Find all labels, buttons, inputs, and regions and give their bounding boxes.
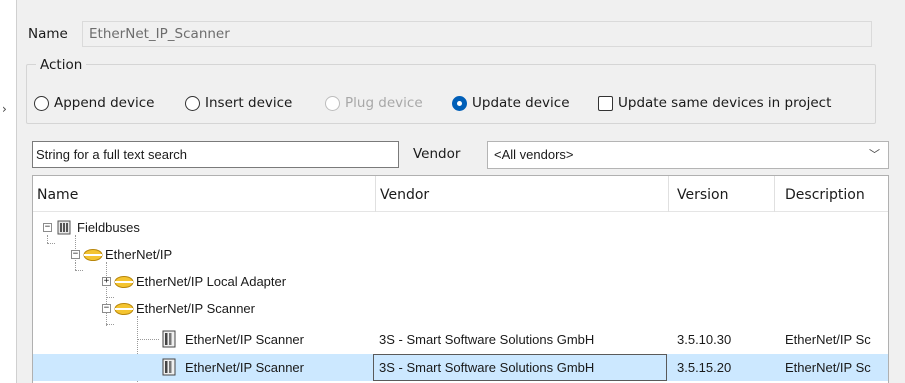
collapse-toggle[interactable]: − bbox=[71, 250, 80, 259]
splitter-mark: › bbox=[2, 102, 7, 116]
device-table: Name Vendor Version Description − Fieldb… bbox=[32, 175, 889, 383]
expand-toggle[interactable]: + bbox=[102, 277, 111, 286]
search-input[interactable]: String for a full text search bbox=[32, 141, 399, 168]
row-name: EtherNet/IP Scanner bbox=[185, 360, 304, 375]
column-header-vendor[interactable]: Vendor bbox=[376, 176, 668, 212]
name-field[interactable]: EtherNet_IP_Scanner bbox=[82, 21, 872, 47]
append-device-radio[interactable]: Append device bbox=[34, 92, 154, 114]
insert-device-label: Insert device bbox=[205, 95, 293, 111]
radio-indicator bbox=[325, 95, 340, 111]
device-icon bbox=[162, 358, 176, 376]
vendor-select[interactable]: <All vendors> ﹀ bbox=[487, 141, 889, 169]
chevron-down-icon[interactable]: ﹀ bbox=[869, 142, 880, 168]
column-divider[interactable] bbox=[668, 176, 669, 212]
table-row[interactable]: − Fieldbuses bbox=[33, 214, 888, 241]
row-name: EtherNet/IP Scanner bbox=[185, 332, 304, 347]
network-icon bbox=[114, 303, 134, 315]
tree-line bbox=[106, 324, 114, 325]
action-group-title: Action bbox=[36, 56, 87, 74]
table-row-selected[interactable]: EtherNet/IP Scanner 3S - Smart Software … bbox=[33, 354, 888, 381]
column-header-version[interactable]: Version bbox=[673, 176, 773, 212]
radio-indicator bbox=[185, 95, 200, 111]
column-header-description[interactable]: Description bbox=[781, 176, 888, 212]
collapse-toggle[interactable]: − bbox=[102, 304, 111, 313]
table-row[interactable]: − EtherNet/IP Scanner bbox=[33, 295, 888, 322]
checkbox-box bbox=[598, 95, 613, 111]
row-vendor: 3S - Smart Software Solutions GmbH bbox=[379, 360, 595, 375]
table-row[interactable]: + EtherNet/IP Local Adapter bbox=[33, 268, 888, 295]
insert-device-radio[interactable]: Insert device bbox=[185, 92, 292, 114]
update-same-devices-checkbox[interactable]: Update same devices in project bbox=[598, 92, 831, 114]
append-device-label: Append device bbox=[54, 95, 155, 111]
row-name: EtherNet/IP bbox=[105, 247, 173, 262]
network-icon bbox=[83, 249, 103, 261]
collapse-toggle[interactable]: − bbox=[43, 223, 52, 232]
network-icon bbox=[114, 276, 134, 288]
column-header-name[interactable]: Name bbox=[33, 176, 375, 212]
row-description: EtherNet/IP Sc bbox=[785, 360, 871, 375]
update-device-label: Update device bbox=[472, 95, 570, 111]
radio-indicator-selected bbox=[452, 95, 467, 111]
plug-device-radio[interactable]: Plug device bbox=[325, 92, 423, 114]
device-icon bbox=[162, 330, 176, 348]
table-row[interactable]: EtherNet/IP Scanner 3S - Smart Software … bbox=[33, 326, 888, 353]
fieldbus-icon bbox=[57, 220, 71, 235]
table-row[interactable]: − EtherNet/IP bbox=[33, 241, 888, 268]
update-device-radio[interactable]: Update device bbox=[452, 92, 570, 114]
row-name: Fieldbuses bbox=[77, 220, 140, 235]
radio-indicator bbox=[34, 95, 49, 111]
column-divider[interactable] bbox=[774, 176, 775, 212]
vendor-label: Vendor bbox=[413, 146, 461, 162]
table-header: Name Vendor Version Description bbox=[33, 176, 888, 212]
row-version: 3.5.15.20 bbox=[677, 360, 732, 375]
row-name: EtherNet/IP Scanner bbox=[136, 301, 255, 316]
update-same-devices-label: Update same devices in project bbox=[618, 95, 832, 111]
row-description: EtherNet/IP Sc bbox=[785, 332, 871, 347]
row-version: 3.5.10.30 bbox=[677, 332, 732, 347]
plug-device-label: Plug device bbox=[345, 95, 423, 111]
vendor-selected-value: <All vendors> bbox=[494, 147, 574, 162]
name-label: Name bbox=[28, 26, 68, 42]
row-name: EtherNet/IP Local Adapter bbox=[136, 274, 287, 289]
row-vendor: 3S - Smart Software Solutions GmbH bbox=[379, 332, 595, 347]
